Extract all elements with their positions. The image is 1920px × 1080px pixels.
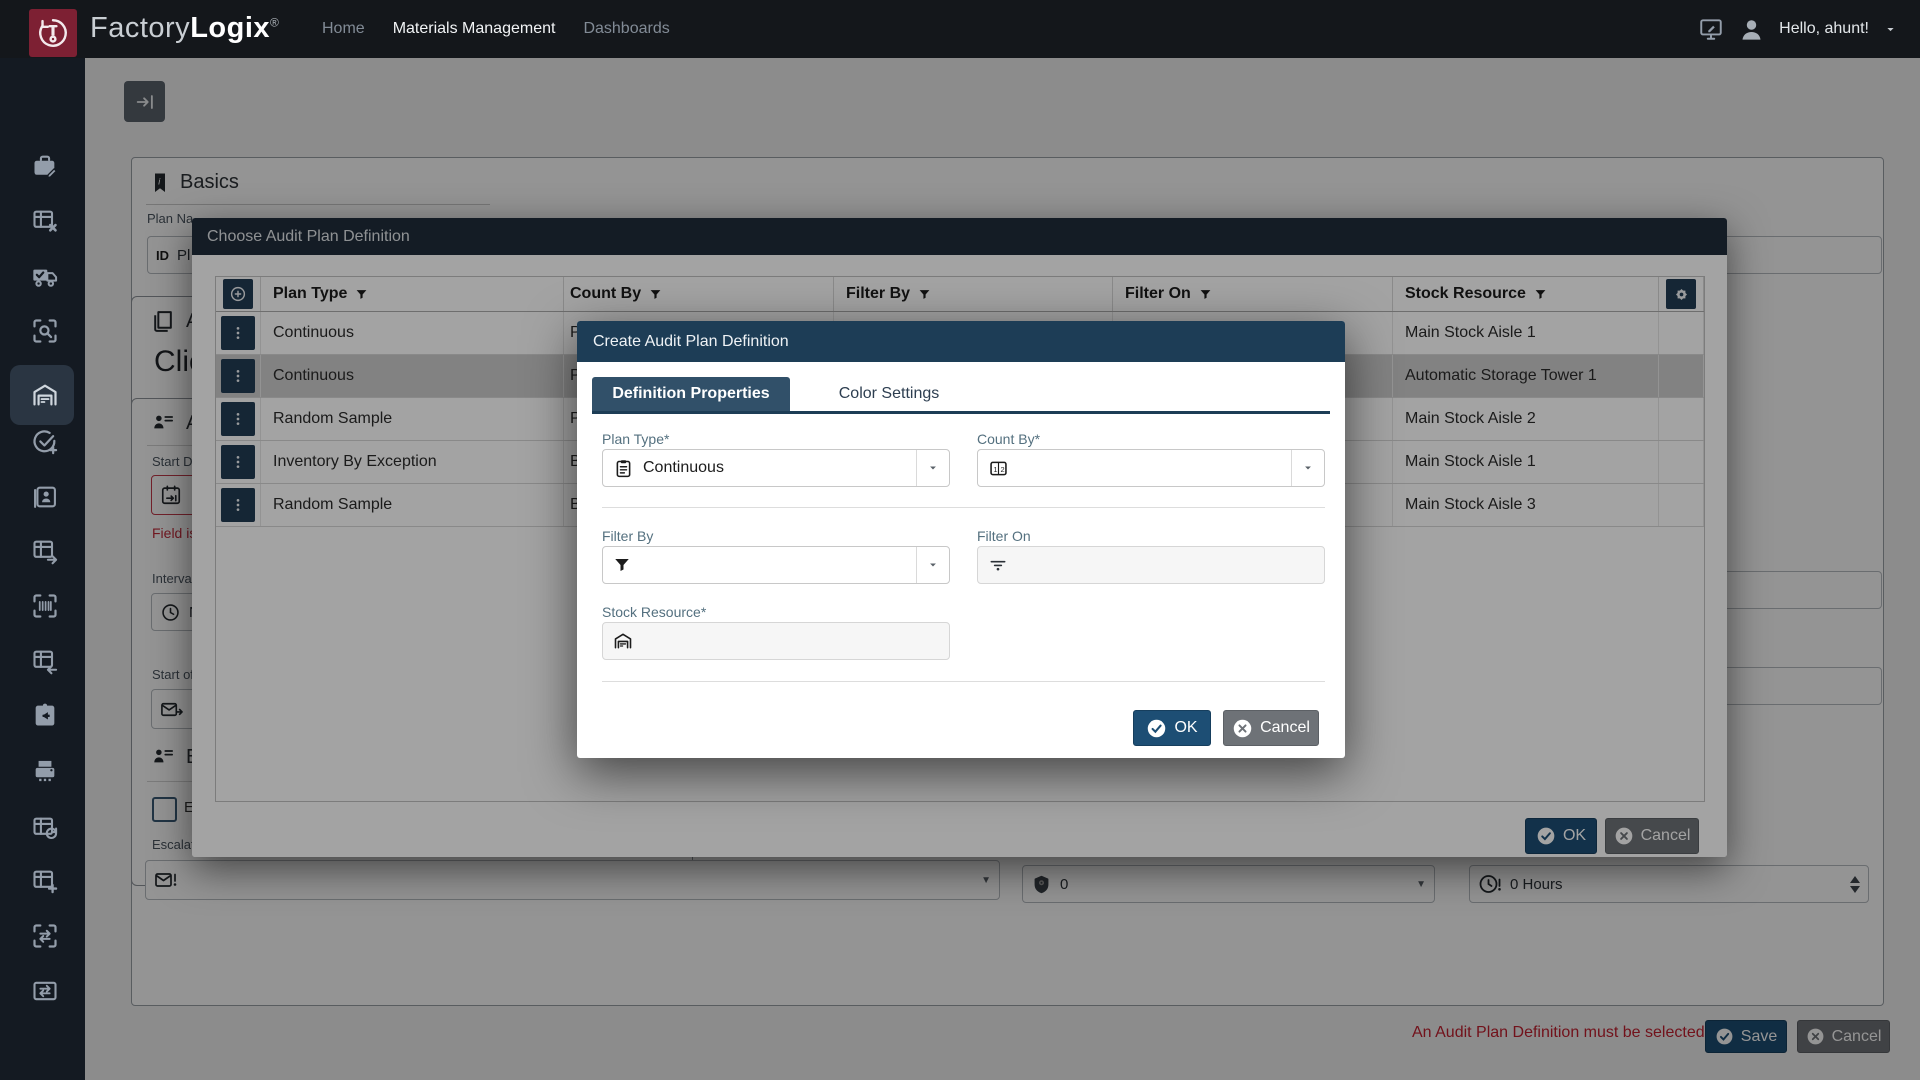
user-greeting[interactable]: Hello, ahunt!	[1779, 20, 1869, 38]
sidebar-item-truck-check-icon[interactable]	[31, 262, 59, 290]
tab-definition-properties-label: Definition Properties	[612, 385, 769, 403]
create-audit-plan-dialog: Create Audit Plan Definition Definition …	[577, 321, 1345, 758]
create-dialog-titlebar: Create Audit Plan Definition	[577, 321, 1345, 362]
sidebar-item-transfer-scan-icon[interactable]	[31, 922, 59, 950]
plan-type-field-label: Plan Type*	[602, 431, 669, 447]
sidebar-item-printer-icon[interactable]	[31, 758, 59, 786]
sidebar-item-table-export-icon[interactable]	[31, 537, 59, 565]
nav-home[interactable]: Home	[322, 20, 365, 38]
sidebar	[0, 58, 85, 1080]
sidebar-item-table-import-icon[interactable]	[31, 647, 59, 675]
workstation-icon[interactable]	[1698, 16, 1724, 42]
tab-definition-properties[interactable]: Definition Properties	[592, 377, 790, 411]
form-divider-2	[602, 681, 1325, 682]
sidebar-item-barcode-scan-icon[interactable]	[31, 592, 59, 620]
form-divider-1	[602, 507, 1325, 508]
sidebar-item-check-plus-icon[interactable]	[31, 428, 59, 456]
brand-title: FactoryLogix®	[90, 12, 279, 45]
user-avatar[interactable]	[1738, 16, 1765, 43]
sidebar-item-contact-card-icon[interactable]	[31, 483, 59, 511]
nav-dashboards[interactable]: Dashboards	[583, 20, 669, 38]
tab-color-settings-label: Color Settings	[839, 385, 940, 403]
stock-resource-input[interactable]	[602, 622, 950, 660]
filter-by-dropdown-arrow[interactable]	[916, 547, 949, 583]
number-box-icon	[988, 458, 1009, 479]
sidebar-item-briefcase-edit-icon[interactable]	[31, 152, 59, 180]
brand-factory: Factory	[90, 12, 190, 44]
sidebar-item-box-transfer-icon[interactable]	[31, 977, 59, 1005]
create-dialog-title: Create Audit Plan Definition	[593, 333, 789, 351]
funnel-icon	[613, 556, 631, 574]
count-by-field-label: Count By*	[977, 431, 1040, 447]
filter-on-input[interactable]	[977, 546, 1325, 584]
brand-logix: Logix	[190, 12, 270, 44]
stock-resource-field-label: Stock Resource*	[602, 604, 706, 620]
plan-type-dropdown-arrow[interactable]	[916, 450, 949, 486]
tab-strip-underline	[592, 411, 1330, 414]
sidebar-item-clipboard-return-icon[interactable]	[31, 701, 59, 729]
nav-materials-management[interactable]: Materials Management	[393, 20, 556, 38]
count-by-combobox[interactable]	[977, 449, 1325, 487]
filter-on-field-label: Filter On	[977, 528, 1031, 544]
sidebar-item-warehouse-icon[interactable]	[31, 381, 59, 409]
main-nav: Home Materials Management Dashboards	[322, 0, 670, 58]
tab-color-settings[interactable]: Color Settings	[790, 377, 988, 411]
create-cancel-label: Cancel	[1260, 719, 1310, 737]
plan-type-combobox[interactable]: Continuous	[602, 449, 950, 487]
count-by-dropdown-arrow[interactable]	[1291, 450, 1324, 486]
chevron-down-icon[interactable]	[1883, 22, 1898, 37]
sidebar-item-table-add-icon[interactable]	[31, 867, 59, 895]
brand-registered: ®	[270, 15, 279, 29]
app-header: FactoryLogix® Home Materials Management …	[0, 0, 1920, 58]
create-ok-button[interactable]: OK	[1133, 710, 1211, 746]
filter-lines-icon	[988, 555, 1008, 575]
sidebar-item-table-refresh-icon[interactable]	[31, 814, 59, 842]
sidebar-item-scan-search-icon[interactable]	[31, 317, 59, 345]
create-ok-label: OK	[1174, 719, 1197, 737]
clipboard-list-icon	[613, 458, 634, 479]
factorylogix-logo-icon[interactable]	[29, 9, 77, 57]
sidebar-item-table-remove-icon[interactable]	[31, 207, 59, 235]
filter-by-field-label: Filter By	[602, 528, 653, 544]
create-cancel-button[interactable]: Cancel	[1223, 710, 1319, 746]
header-right-cluster: Hello, ahunt!	[1698, 0, 1898, 58]
plan-type-value: Continuous	[643, 459, 724, 477]
warehouse-icon	[613, 631, 633, 651]
filter-by-combobox[interactable]	[602, 546, 950, 584]
